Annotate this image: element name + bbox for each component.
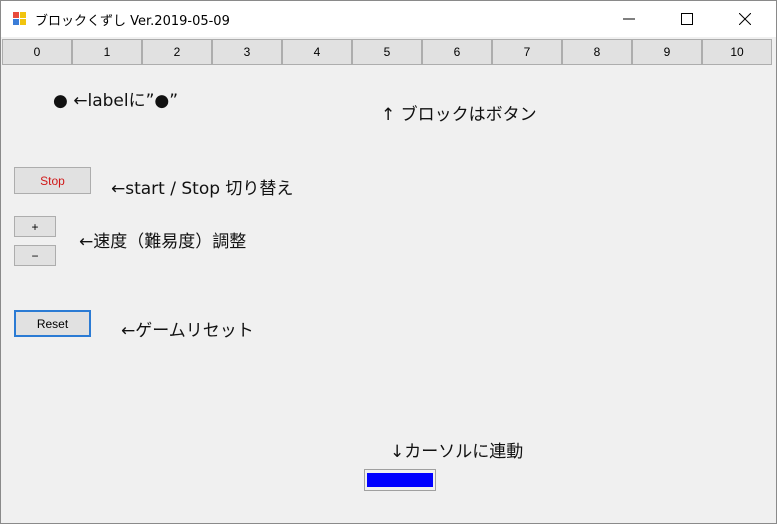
ball-label-note: ● ←labelに”●” xyxy=(53,91,179,111)
block-button-5[interactable]: 5 xyxy=(352,39,422,65)
block-button-2[interactable]: 2 xyxy=(142,39,212,65)
block-row: 0 1 2 3 4 5 6 7 8 9 10 xyxy=(2,39,776,67)
speed-up-button[interactable]: + xyxy=(14,216,56,237)
block-button-0[interactable]: 0 xyxy=(2,39,72,65)
close-icon xyxy=(739,13,751,25)
maximize-button[interactable] xyxy=(664,1,710,37)
reset-note: ←ゲームリセット xyxy=(121,321,254,341)
block-button-8[interactable]: 8 xyxy=(562,39,632,65)
minimize-icon xyxy=(623,18,635,20)
block-button-10[interactable]: 10 xyxy=(702,39,772,65)
block-button-9[interactable]: 9 xyxy=(632,39,702,65)
window-title: ブロックくずし Ver.2019-05-09 xyxy=(35,14,230,29)
paddle-note: ↓カーソルに連動 xyxy=(390,442,524,462)
block-button-6[interactable]: 6 xyxy=(422,39,492,65)
blocks-note: ↑ ブロックはボタン xyxy=(381,105,537,125)
speed-note: ←速度（難易度）調整 xyxy=(79,232,247,252)
minimize-button[interactable] xyxy=(606,1,652,37)
maximize-icon xyxy=(681,13,693,25)
reset-button[interactable]: Reset xyxy=(14,310,91,337)
stop-note: ←start / Stop 切り替え xyxy=(111,179,294,199)
block-button-3[interactable]: 3 xyxy=(212,39,282,65)
close-button[interactable] xyxy=(722,1,768,37)
speed-down-button[interactable]: − xyxy=(14,245,56,266)
paddle-frame xyxy=(364,469,436,491)
paddle xyxy=(367,473,433,487)
title-bar[interactable]: ブロックくずし Ver.2019-05-09 xyxy=(1,1,776,37)
block-button-7[interactable]: 7 xyxy=(492,39,562,65)
block-button-1[interactable]: 1 xyxy=(72,39,142,65)
stop-button[interactable]: Stop xyxy=(14,167,91,194)
block-button-4[interactable]: 4 xyxy=(282,39,352,65)
app-blocks-icon xyxy=(12,11,28,27)
game-window: ブロックくずし Ver.2019-05-09 0 1 2 3 4 5 6 7 8… xyxy=(0,0,777,524)
